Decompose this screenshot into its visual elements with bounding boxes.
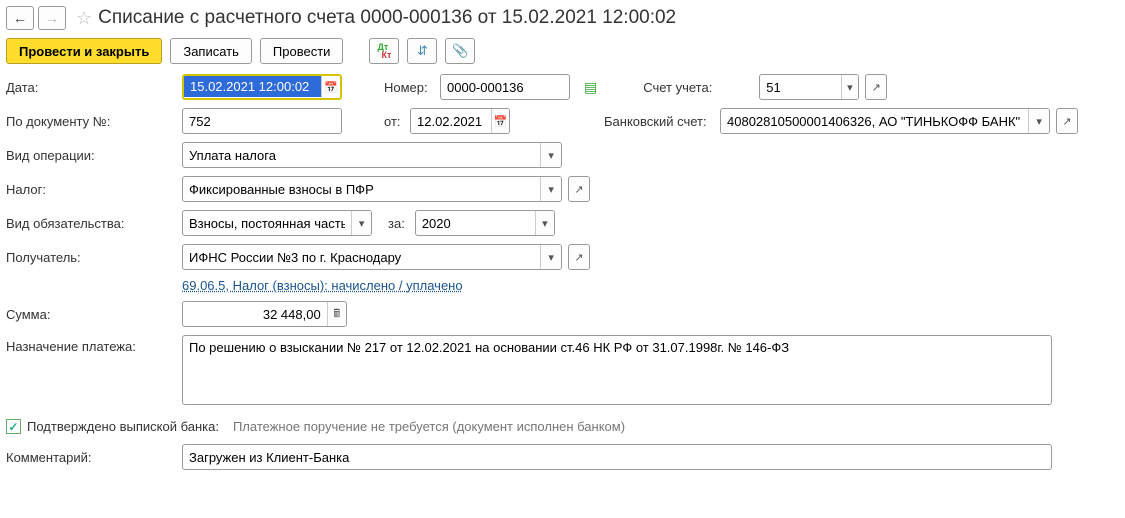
comment-label: Комментарий: xyxy=(6,450,176,465)
nav-back-button[interactable]: ← xyxy=(6,6,34,30)
bank-account-input[interactable] xyxy=(721,109,1028,133)
account-label: Счет учета: xyxy=(643,80,753,95)
confirmed-label: Подтверждено выпиской банка: xyxy=(27,419,219,434)
date-label: Дата: xyxy=(6,80,176,95)
post-and-close-button[interactable]: Провести и закрыть xyxy=(6,38,162,64)
calendar-icon[interactable]: 📅 xyxy=(321,76,340,98)
debit-credit-icon-button[interactable]: ДтКт xyxy=(369,38,399,64)
doc-no-input[interactable] xyxy=(183,109,341,133)
period-label: за: xyxy=(388,216,405,231)
doc-from-input[interactable] xyxy=(411,109,491,133)
chevron-down-icon[interactable]: ▾ xyxy=(540,245,561,269)
date-field[interactable]: 📅 xyxy=(182,74,342,100)
account-input[interactable] xyxy=(760,75,840,99)
account-field[interactable]: ▾ xyxy=(759,74,859,100)
confirmed-note: Платежное поручение не требуется (докуме… xyxy=(233,419,625,434)
chevron-down-icon[interactable]: ▾ xyxy=(841,75,859,99)
comment-input[interactable] xyxy=(183,445,1051,469)
related-docs-icon-button[interactable]: ⇵ xyxy=(407,38,437,64)
calculator-icon[interactable]: 🖩 xyxy=(327,302,346,326)
obligation-label: Вид обязательства: xyxy=(6,216,176,231)
recipient-label: Получатель: xyxy=(6,250,176,265)
chevron-down-icon[interactable]: ▾ xyxy=(535,211,554,235)
comment-field[interactable] xyxy=(182,444,1052,470)
save-button[interactable]: Записать xyxy=(170,38,252,64)
operation-type-field[interactable]: ▾ xyxy=(182,142,562,168)
number-field[interactable] xyxy=(440,74,570,100)
calendar-icon[interactable]: 📅 xyxy=(491,109,509,133)
recipient-field[interactable]: ▾ xyxy=(182,244,562,270)
bank-account-label: Банковский счет: xyxy=(604,114,714,129)
confirmed-checkbox[interactable]: ✓ xyxy=(6,419,21,434)
open-bank-account-icon[interactable]: ↗ xyxy=(1056,108,1078,134)
chevron-down-icon[interactable]: ▾ xyxy=(540,177,561,201)
open-recipient-icon[interactable]: ↗ xyxy=(568,244,590,270)
chevron-down-icon[interactable]: ▾ xyxy=(351,211,371,235)
number-label: Номер: xyxy=(384,80,434,95)
operation-type-input[interactable] xyxy=(183,143,540,167)
chevron-down-icon[interactable]: ▾ xyxy=(1028,109,1049,133)
doc-no-label: По документу №: xyxy=(6,114,176,129)
tax-label: Налог: xyxy=(6,182,176,197)
operation-type-label: Вид операции: xyxy=(6,148,176,163)
attachment-icon-button[interactable]: 📎 xyxy=(445,38,475,64)
link-icon: ⇵ xyxy=(417,43,428,59)
paperclip-icon: 📎 xyxy=(452,43,468,59)
sum-field[interactable]: 🖩 xyxy=(182,301,347,327)
favorite-star-icon[interactable]: ☆ xyxy=(76,8,92,29)
recipient-input[interactable] xyxy=(183,245,540,269)
page-title: Списание с расчетного счета 0000-000136 … xyxy=(98,7,676,29)
post-button[interactable]: Провести xyxy=(260,38,344,64)
period-field[interactable]: ▾ xyxy=(415,210,555,236)
chevron-down-icon[interactable]: ▾ xyxy=(540,143,561,167)
nav-forward-button[interactable]: → xyxy=(38,6,66,30)
tax-input[interactable] xyxy=(183,177,540,201)
period-input[interactable] xyxy=(416,211,535,235)
date-input[interactable] xyxy=(184,75,321,97)
open-tax-icon[interactable]: ↗ xyxy=(568,176,590,202)
sum-label: Сумма: xyxy=(6,307,176,322)
purpose-label: Назначение платежа: xyxy=(6,335,176,354)
doc-from-field[interactable]: 📅 xyxy=(410,108,510,134)
kbk-link[interactable]: 69.06.5, Налог (взносы): начислено / упл… xyxy=(182,278,463,293)
number-input[interactable] xyxy=(441,75,569,99)
sum-input[interactable] xyxy=(183,302,327,326)
status-icon[interactable]: ▤ xyxy=(584,79,597,96)
open-account-icon[interactable]: ↗ xyxy=(865,74,887,100)
purpose-textarea[interactable] xyxy=(182,335,1052,405)
obligation-input[interactable] xyxy=(183,211,351,235)
tax-field[interactable]: ▾ xyxy=(182,176,562,202)
doc-from-label: от: xyxy=(384,114,404,129)
obligation-field[interactable]: ▾ xyxy=(182,210,372,236)
doc-no-field[interactable] xyxy=(182,108,342,134)
bank-account-field[interactable]: ▾ xyxy=(720,108,1050,134)
